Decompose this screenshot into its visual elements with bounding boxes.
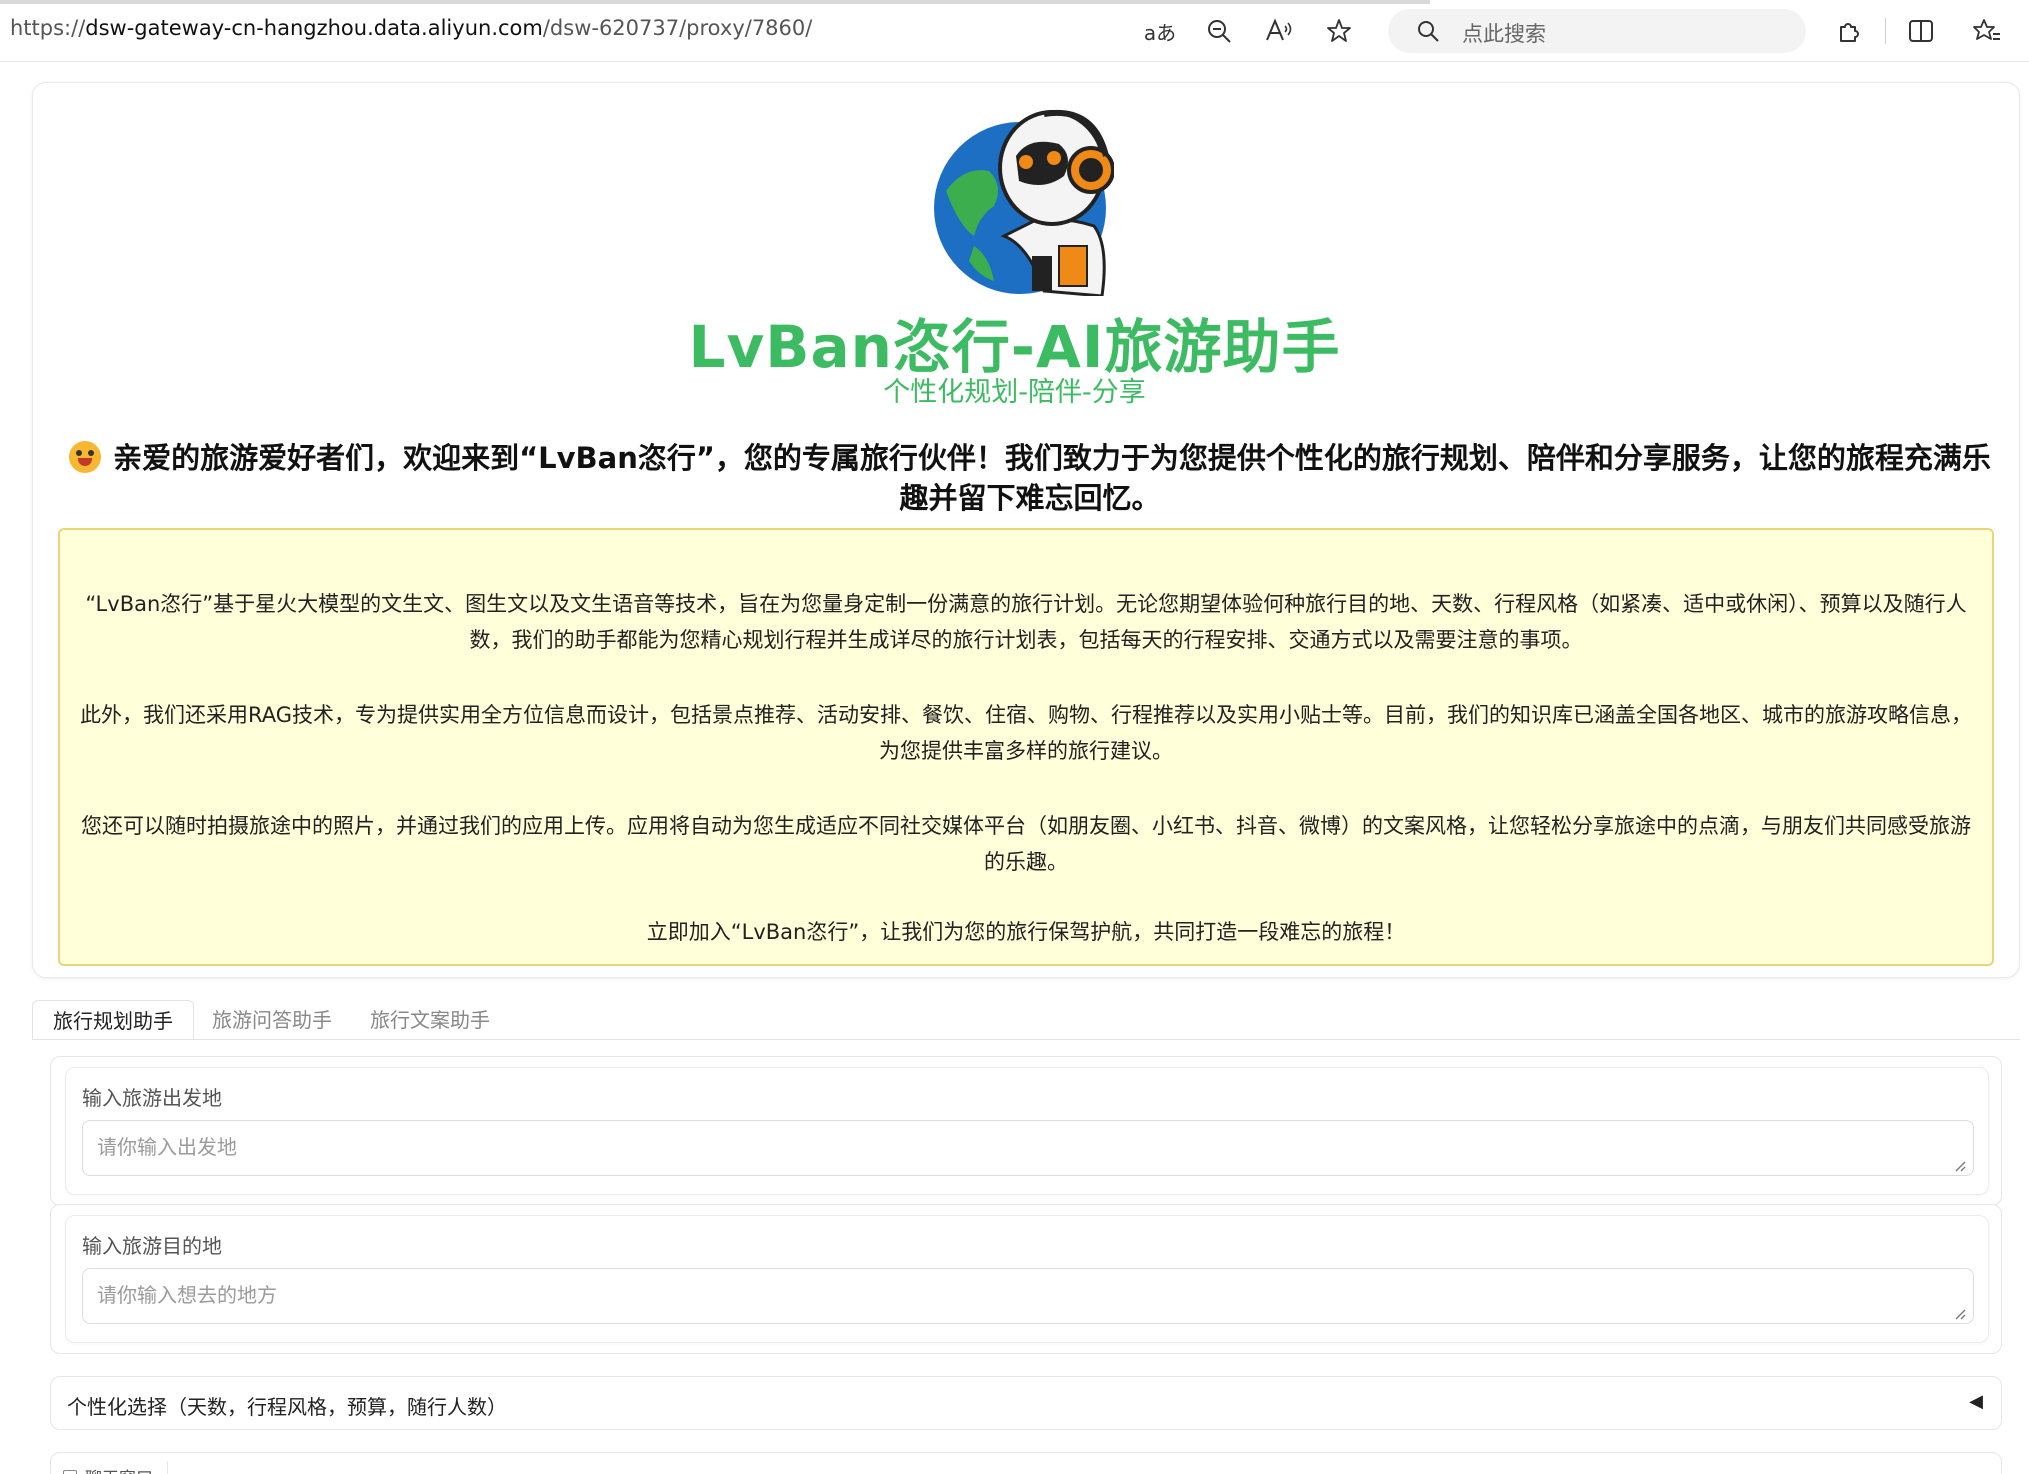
- tab-travel-planning[interactable]: 旅行规划助手: [32, 1000, 194, 1040]
- personalization-accordion[interactable]: 个性化选择（天数，行程风格，预算，随行人数） ◀: [50, 1376, 2002, 1430]
- tab-underline: [32, 1039, 2020, 1040]
- chat-icon: [63, 1470, 77, 1474]
- tab-travel-qa[interactable]: 旅游问答助手: [192, 1000, 352, 1040]
- url-host: dsw-gateway-cn-hangzhou.data.aliyun.com: [85, 16, 543, 40]
- chat-window-title: 聊天窗口: [85, 1464, 153, 1474]
- personalization-label: 个性化选择（天数，行程风格，预算，随行人数）: [67, 1395, 507, 1419]
- origin-group: 输入旅游出发地: [50, 1056, 2002, 1206]
- extensions-icon[interactable]: [1832, 14, 1866, 48]
- favorite-star-icon[interactable]: [1322, 14, 1356, 48]
- tab-strip-edge: [0, 0, 1430, 4]
- split-screen-icon[interactable]: [1904, 14, 1938, 48]
- chat-window-label: 聊天窗口: [63, 1461, 168, 1474]
- origin-label: 输入旅游出发地: [82, 1086, 222, 1110]
- toolbar-divider: [1885, 18, 1886, 44]
- intro-notice-box: “LvBan恣行”基于星火大模型的文生文、图生文以及文生语音等技术，旨在为您量身…: [58, 528, 1994, 966]
- favorites-icon[interactable]: [1970, 14, 2004, 48]
- destination-group: 输入旅游目的地: [50, 1204, 2002, 1354]
- zoom-out-icon[interactable]: [1202, 14, 1236, 48]
- address-bar[interactable]: https://dsw-gateway-cn-hangzhou.data.ali…: [10, 16, 812, 40]
- notice-paragraph-2: 此外，我们还采用RAG技术，专为提供实用全方位信息而设计，包括景点推荐、活动安排…: [79, 703, 1972, 763]
- origin-input[interactable]: [82, 1120, 1974, 1176]
- destination-input[interactable]: [82, 1268, 1974, 1324]
- origin-block: 输入旅游出发地: [65, 1067, 1989, 1195]
- app-subtitle: 个性化规划-陪伴-分享: [883, 377, 1146, 408]
- resize-handle-icon[interactable]: [1954, 1308, 1966, 1320]
- destination-label: 输入旅游目的地: [82, 1234, 222, 1258]
- tab-travel-copywriting[interactable]: 旅行文案助手: [350, 1000, 510, 1040]
- notice-paragraph-4: 立即加入“LvBan恣行”，让我们为您的旅行保驾护航，共同打造一段难忘的旅程！: [646, 920, 1406, 944]
- resize-handle-icon[interactable]: [1954, 1160, 1966, 1172]
- search-placeholder: 点此搜索: [1462, 22, 1546, 46]
- destination-block: 输入旅游目的地: [65, 1215, 1989, 1343]
- welcome-text: 亲爱的旅游爱好者们，欢迎来到“LvBan恣行”，您的专属旅行伙伴！我们致力于为您…: [113, 441, 1991, 515]
- translate-icon[interactable]: aあ: [1143, 14, 1177, 48]
- browser-search-box[interactable]: 点此搜索: [1388, 9, 1806, 53]
- url-scheme: https://: [10, 16, 86, 40]
- chat-window: 聊天窗口: [50, 1452, 2002, 1474]
- browser-toolbar: https://dsw-gateway-cn-hangzhou.data.ali…: [0, 0, 2029, 62]
- search-icon: [1418, 21, 1439, 42]
- grinning-face-icon: [69, 441, 102, 473]
- notice-paragraph-3: 您还可以随时拍摄旅途中的照片，并通过我们的应用上传。应用将自动为您生成适应不同社…: [81, 814, 1971, 874]
- welcome-message: 亲爱的旅游爱好者们，欢迎来到“LvBan恣行”，您的专属旅行伙伴！我们致力于为您…: [60, 438, 2000, 518]
- robot-logo: [934, 109, 1114, 296]
- url-path: /dsw-620737/proxy/7860/: [542, 16, 813, 40]
- notice-paragraph-1: “LvBan恣行”基于星火大模型的文生文、图生文以及文生语音等技术，旨在为您量身…: [85, 592, 1967, 652]
- collapse-arrow-icon[interactable]: ◀: [1969, 1391, 1983, 1412]
- read-aloud-icon[interactable]: [1262, 14, 1296, 48]
